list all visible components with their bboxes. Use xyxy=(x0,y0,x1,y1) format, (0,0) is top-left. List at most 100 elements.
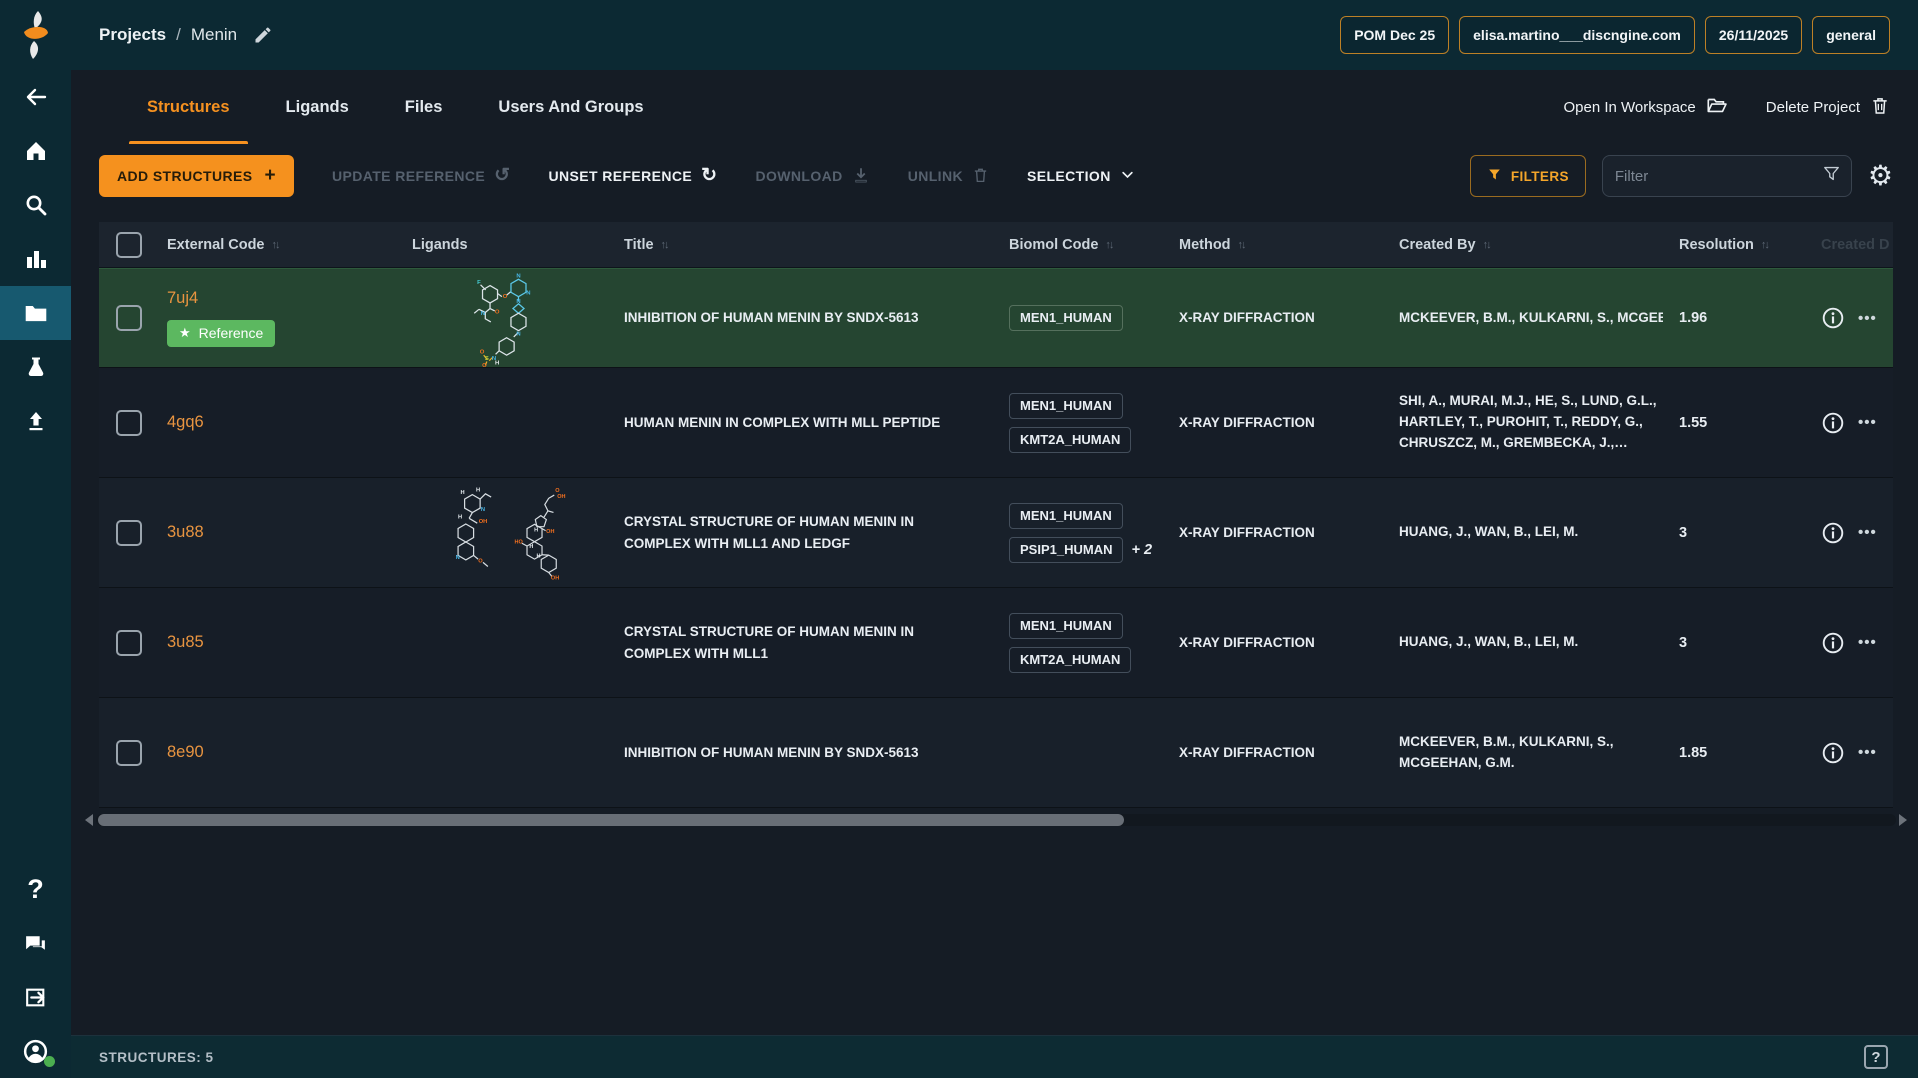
svg-text:N: N xyxy=(526,290,530,296)
project-tag[interactable]: POM Dec 25 xyxy=(1340,16,1450,54)
svg-text:N: N xyxy=(516,299,520,305)
row-checkbox[interactable] xyxy=(116,409,142,436)
table-row[interactable]: 4gq6 HUMAN MENIN IN COMPLEX WITH MLL PEP… xyxy=(99,368,1893,478)
external-code-link[interactable]: 7uj4 xyxy=(167,289,394,308)
tab-structures[interactable]: Structures xyxy=(119,70,258,144)
biomol-code-chip[interactable]: PSIP1_HUMAN xyxy=(1009,536,1124,563)
table-row[interactable]: 8e90 INHIBITION OF HUMAN MENIN BY SNDX-5… xyxy=(99,698,1893,808)
info-icon[interactable] xyxy=(1821,411,1845,435)
sidebar-item-feedback[interactable] xyxy=(0,916,71,970)
sidebar-item-home[interactable] xyxy=(0,124,71,178)
external-code-link[interactable]: 4gq6 xyxy=(167,413,394,432)
table-row[interactable]: 7uj4 ★ Reference F O N N N N O N N H S O… xyxy=(99,268,1893,368)
svg-text:O: O xyxy=(503,294,508,300)
scroll-left-arrow[interactable] xyxy=(85,814,93,826)
biomol-code-chip[interactable]: MEN1_HUMAN xyxy=(1009,392,1123,419)
biomol-code-chip[interactable]: MEN1_HUMAN xyxy=(1009,612,1123,639)
project-tag[interactable]: general xyxy=(1812,16,1890,54)
add-structures-button[interactable]: ADD STRUCTURES + xyxy=(99,155,294,197)
breadcrumb-projects[interactable]: Projects xyxy=(99,25,166,45)
sidebar-item-account[interactable] xyxy=(0,1024,71,1078)
tab-files[interactable]: Files xyxy=(377,70,471,144)
structure-title: CRYSTAL STRUCTURE OF HUMAN MENIN IN COMP… xyxy=(624,513,914,551)
sidebar-item-logout[interactable] xyxy=(0,970,71,1024)
table-row[interactable]: 3u85 CRYSTAL STRUCTURE OF HUMAN MENIN IN… xyxy=(99,588,1893,698)
external-code-link[interactable]: 8e90 xyxy=(167,743,394,762)
sidebar-item-projects[interactable] xyxy=(0,286,71,340)
edit-project-name-button[interactable] xyxy=(253,25,273,45)
column-header-resolution[interactable]: Resolution ↑↓ xyxy=(1679,237,1799,253)
open-in-workspace-button[interactable]: Open In Workspace xyxy=(1563,94,1727,120)
row-checkbox[interactable] xyxy=(116,629,142,656)
app-logo[interactable] xyxy=(0,0,71,70)
unset-reference-button[interactable]: UNSET REFERENCE ↻ xyxy=(548,166,717,185)
column-header-created-by[interactable]: Created By ↑↓ xyxy=(1399,237,1679,253)
sidebar: ? xyxy=(0,0,71,1078)
selection-menu-button[interactable]: SELECTION xyxy=(1027,167,1135,185)
column-header-title[interactable]: Title ↑↓ xyxy=(624,237,1009,253)
table-row[interactable]: 3u88 H H N H OH N O O OH OH HO H H H OH … xyxy=(99,478,1893,588)
plus-icon: + xyxy=(264,165,276,186)
row-checkbox[interactable] xyxy=(116,305,142,331)
project-tag[interactable]: elisa.martino___discngine.com xyxy=(1459,16,1695,54)
structure-title: CRYSTAL STRUCTURE OF HUMAN MENIN IN COMP… xyxy=(624,623,914,661)
filters-button[interactable]: FILTERS xyxy=(1469,155,1586,197)
column-header-method[interactable]: Method ↑↓ xyxy=(1179,237,1399,253)
update-reference-button[interactable]: UPDATE REFERENCE ↺ xyxy=(332,166,510,185)
help-button[interactable]: ? xyxy=(1864,1045,1888,1069)
back-button[interactable] xyxy=(0,70,71,124)
row-menu-ellipsis-icon[interactable]: ••• xyxy=(1858,310,1877,327)
info-icon[interactable] xyxy=(1821,631,1845,655)
svg-text:OH: OH xyxy=(546,529,554,535)
project-tags: POM Dec 25 elisa.martino___discngine.com… xyxy=(1340,16,1890,54)
tab-ligands[interactable]: Ligands xyxy=(258,70,377,144)
horizontal-scrollbar xyxy=(85,813,1907,827)
folder-icon xyxy=(23,300,49,326)
column-header-external-code[interactable]: External Code ↑↓ xyxy=(159,237,394,253)
scrollbar-track[interactable] xyxy=(96,814,1896,826)
scrollbar-thumb[interactable] xyxy=(98,814,1124,826)
download-button[interactable]: DOWNLOAD xyxy=(756,166,870,187)
sidebar-item-help[interactable]: ? xyxy=(0,862,71,916)
external-code-link[interactable]: 3u85 xyxy=(167,633,394,652)
sort-icon[interactable]: ↑↓ xyxy=(1483,239,1492,251)
info-icon[interactable] xyxy=(1821,521,1845,545)
select-all-checkbox[interactable] xyxy=(116,231,142,258)
info-icon[interactable] xyxy=(1821,306,1845,330)
project-tag[interactable]: 26/11/2025 xyxy=(1704,16,1803,54)
info-icon[interactable] xyxy=(1821,741,1845,765)
search-icon xyxy=(24,193,48,217)
unlink-button[interactable]: UNLINK xyxy=(908,166,989,187)
tab-users-and-groups[interactable]: Users And Groups xyxy=(470,70,671,144)
row-menu-ellipsis-icon[interactable]: ••• xyxy=(1858,524,1877,541)
sort-icon[interactable]: ↑↓ xyxy=(1238,239,1247,251)
biomol-code-chip[interactable]: MEN1_HUMAN xyxy=(1009,502,1123,529)
row-checkbox[interactable] xyxy=(116,739,142,766)
trash-icon xyxy=(1870,95,1890,120)
created-by-value: MCKEEVER, B.M., KULKARNI, S., MCGEEHAN, … xyxy=(1399,733,1614,770)
sort-icon[interactable]: ↑↓ xyxy=(1105,239,1114,251)
row-menu-ellipsis-icon[interactable]: ••• xyxy=(1858,744,1877,761)
svg-text:O: O xyxy=(555,487,560,493)
biomol-code-chip[interactable]: KMT2A_HUMAN xyxy=(1009,646,1132,673)
sort-icon[interactable]: ↑↓ xyxy=(1761,239,1770,251)
sort-icon[interactable]: ↑↓ xyxy=(661,239,670,251)
row-checkbox[interactable] xyxy=(116,519,142,546)
sidebar-item-search[interactable] xyxy=(0,178,71,232)
external-code-link[interactable]: 3u88 xyxy=(167,523,394,542)
biomol-code-chip[interactable]: KMT2A_HUMAN xyxy=(1009,426,1132,453)
sidebar-item-upload[interactable] xyxy=(0,394,71,448)
sidebar-item-lab[interactable] xyxy=(0,340,71,394)
back-icon xyxy=(24,85,48,109)
filter-input[interactable] xyxy=(1614,167,1814,185)
column-header-biomol-code[interactable]: Biomol Code ↑↓ xyxy=(1009,237,1179,253)
row-menu-ellipsis-icon[interactable]: ••• xyxy=(1858,634,1877,651)
svg-text:N: N xyxy=(516,274,520,280)
row-menu-ellipsis-icon[interactable]: ••• xyxy=(1858,414,1877,431)
sort-icon[interactable]: ↑↓ xyxy=(272,239,281,251)
scroll-right-arrow[interactable] xyxy=(1899,814,1907,826)
sidebar-item-statistics[interactable] xyxy=(0,232,71,286)
biomol-code-chip[interactable]: MEN1_HUMAN xyxy=(1009,305,1123,331)
delete-project-button[interactable]: Delete Project xyxy=(1766,95,1890,120)
table-settings-gear-icon[interactable]: ⚙ xyxy=(1868,162,1893,190)
